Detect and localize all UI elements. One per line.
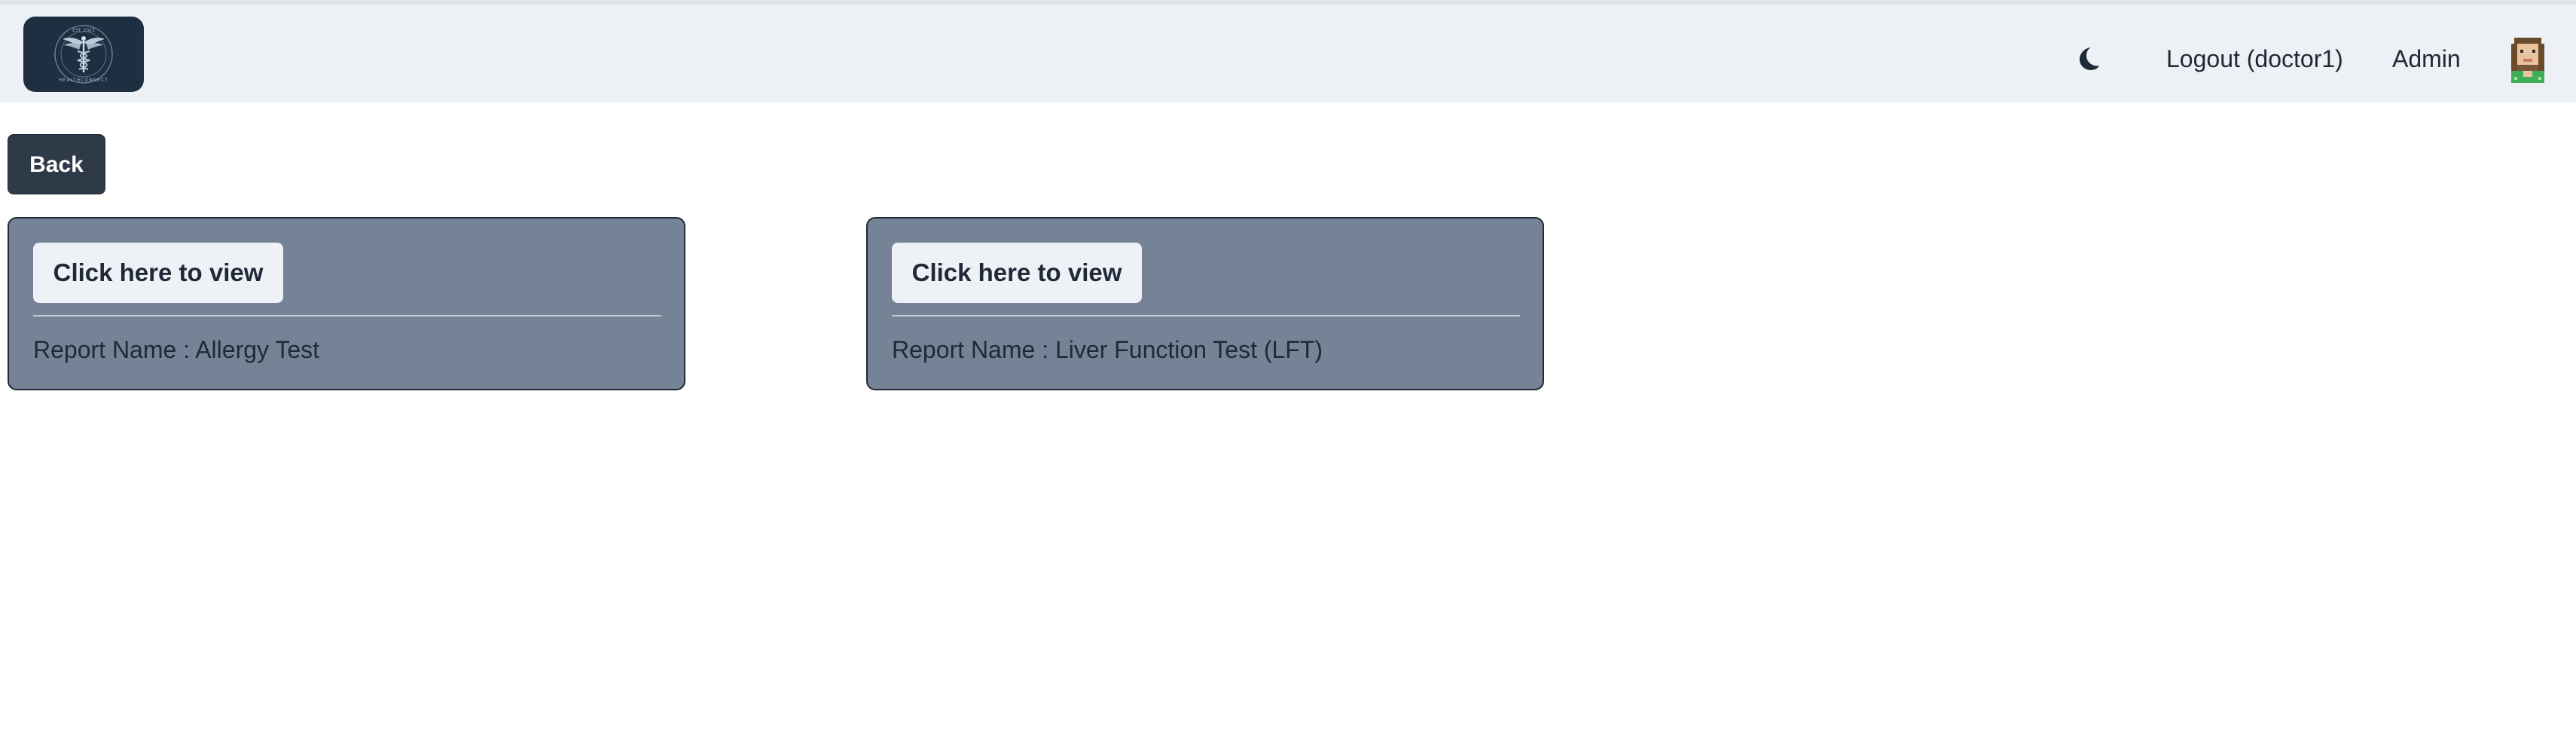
report-card: Click here to view Report Name : Liver F… (866, 217, 1544, 390)
healthconnect-logo[interactable]: EST. 2023 HEALTHCONNECT (23, 17, 144, 92)
moon-icon[interactable] (2073, 43, 2103, 73)
logout-link[interactable]: Logout (doctor1) (2166, 41, 2343, 77)
navbar: EST. 2023 HEALTHCONNECT Logout (doctor1)… (0, 5, 2576, 102)
report-name: Report Name : Liver Function Test (LFT) (892, 336, 1323, 363)
report-name: Report Name : Allergy Test (33, 336, 320, 363)
logo-name-text: HEALTHCONNECT (59, 78, 108, 83)
caduceus-icon: EST. 2023 HEALTHCONNECT (54, 25, 113, 84)
card-divider (892, 315, 1520, 316)
user-avatar[interactable] (2505, 35, 2550, 83)
logo-est-text: EST. 2023 (72, 28, 95, 33)
back-button[interactable]: Back (8, 134, 105, 194)
admin-link[interactable]: Admin (2392, 41, 2461, 77)
view-report-button[interactable]: Click here to view (33, 243, 283, 303)
view-report-button[interactable]: Click here to view (892, 243, 1142, 303)
report-card: Click here to view Report Name : Allergy… (8, 217, 685, 390)
card-divider (33, 315, 661, 316)
